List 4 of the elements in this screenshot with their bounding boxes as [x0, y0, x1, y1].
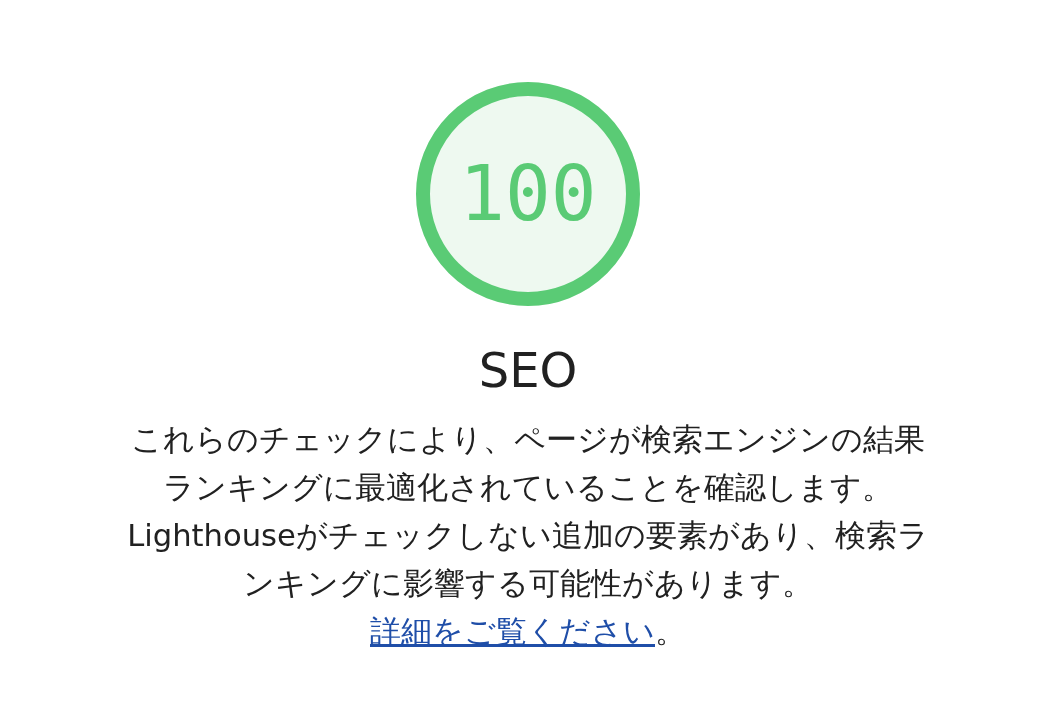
category-title: SEO [478, 342, 578, 400]
score-value: 100 [459, 156, 597, 232]
learn-more-link[interactable]: 詳細をご覧ください [370, 613, 655, 649]
description-text: これらのチェックにより、ページが検索エンジンの結果ランキングに最適化されていることを確認します。Lighthouseがチェックしない追加の要素があり、検索ランキングに影響する可能性があります。 詳細をご覧ください。 [126, 420, 930, 651]
